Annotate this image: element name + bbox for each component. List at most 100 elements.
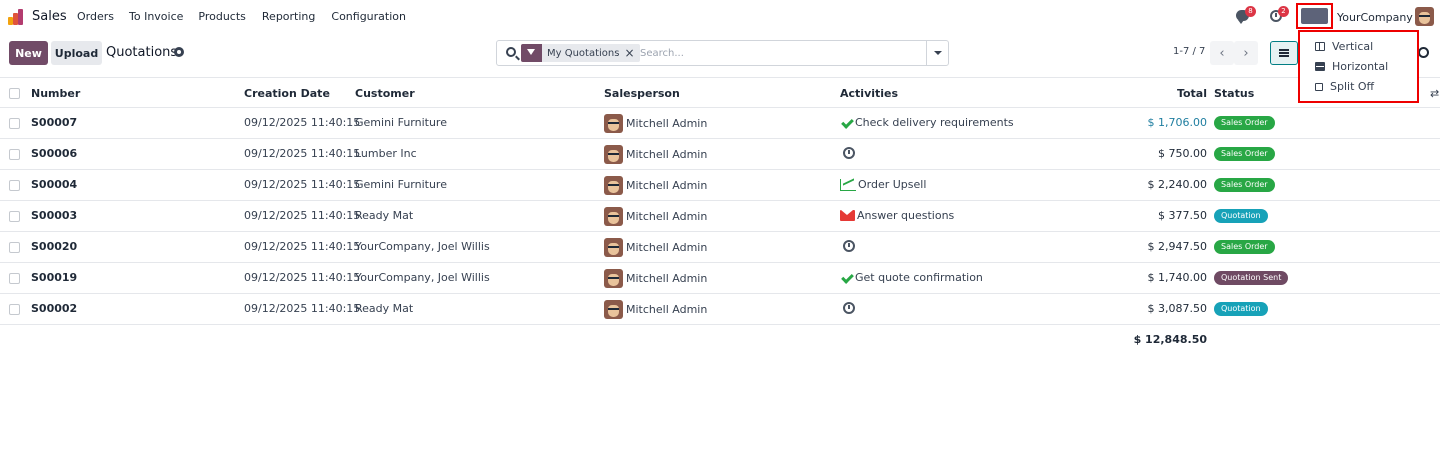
- header-creation-date[interactable]: Creation Date: [244, 87, 330, 100]
- horizontal-layout-icon: [1315, 62, 1325, 71]
- salesperson-name: Mitchell Admin: [626, 179, 708, 192]
- cell-activity[interactable]: Order Upsell: [840, 178, 926, 191]
- salesperson-name: Mitchell Admin: [626, 241, 708, 254]
- status-badge: Quotation Sent: [1214, 271, 1289, 285]
- cell-salesperson: Mitchell Admin: [604, 269, 707, 288]
- list-icon: [1279, 49, 1289, 57]
- cell-number: S00002: [31, 302, 78, 315]
- row-checkbox[interactable]: [9, 304, 20, 315]
- header-number[interactable]: Number: [31, 87, 80, 100]
- top-navbar: Sales Orders To Invoice Products Reporti…: [0, 0, 1440, 34]
- layout-icon: [1301, 8, 1328, 24]
- header-total[interactable]: Total: [1177, 87, 1207, 100]
- salesperson-name: Mitchell Admin: [626, 117, 708, 130]
- row-checkbox[interactable]: [9, 149, 20, 160]
- menu-to-invoice[interactable]: To Invoice: [129, 10, 183, 23]
- status-badge: Quotation: [1214, 302, 1268, 316]
- app-name[interactable]: Sales: [32, 9, 67, 24]
- messages-badge: 8: [1245, 6, 1256, 17]
- activities-badge: 2: [1278, 6, 1289, 17]
- envelope-icon: [840, 210, 855, 221]
- cell-salesperson: Mitchell Admin: [604, 300, 707, 319]
- row-checkbox[interactable]: [9, 118, 20, 129]
- salesperson-avatar: [604, 269, 623, 288]
- list-view-button[interactable]: [1270, 41, 1298, 65]
- cell-activity[interactable]: [840, 302, 855, 314]
- facet-remove-button[interactable]: ×: [624, 46, 639, 60]
- layout-option-label: Horizontal: [1332, 60, 1389, 73]
- optional-columns-icon[interactable]: ⇄: [1430, 87, 1439, 100]
- cell-customer: YourCompany, Joel Willis: [355, 271, 490, 284]
- cell-customer: YourCompany, Joel Willis: [355, 240, 490, 253]
- header-activities[interactable]: Activities: [840, 87, 898, 100]
- cell-activity[interactable]: [840, 240, 855, 252]
- upload-button[interactable]: Upload: [51, 41, 102, 65]
- layout-option-label: Split Off: [1330, 80, 1375, 93]
- company-switcher[interactable]: YourCompany: [1337, 11, 1413, 24]
- pager-value[interactable]: 1-7 / 7: [1173, 46, 1205, 57]
- status-badge: Sales Order: [1214, 240, 1275, 254]
- cell-date: 09/12/2025 11:40:15: [244, 240, 361, 253]
- menu-configuration[interactable]: Configuration: [331, 10, 406, 23]
- row-checkbox[interactable]: [9, 211, 20, 222]
- check-icon: [840, 271, 853, 284]
- activity-summary: Get quote confirmation: [855, 271, 983, 284]
- layout-option-vertical[interactable]: Vertical: [1315, 40, 1373, 53]
- cell-activity[interactable]: Get quote confirmation: [840, 271, 983, 284]
- total-sum: $ 12,848.50: [1133, 333, 1207, 346]
- cell-activity[interactable]: [840, 147, 855, 159]
- clock-icon: [1418, 47, 1429, 58]
- layout-option-split-off[interactable]: Split Off: [1315, 80, 1374, 93]
- table-row[interactable]: S00003 09/12/2025 11:40:15 Ready Mat Mit…: [0, 201, 1440, 232]
- row-checkbox[interactable]: [9, 273, 20, 284]
- chart-line-icon: [840, 178, 856, 191]
- table-row[interactable]: S00019 09/12/2025 11:40:15 YourCompany, …: [0, 263, 1440, 294]
- sales-app-icon[interactable]: [8, 9, 24, 25]
- layout-dropdown-menu: Vertical Horizontal Split Off: [1298, 30, 1419, 103]
- cell-total: $ 1,740.00: [1147, 271, 1207, 284]
- salesperson-avatar: [604, 114, 623, 133]
- row-checkbox[interactable]: [9, 242, 20, 253]
- menu-products[interactable]: Products: [198, 10, 246, 23]
- select-all-checkbox[interactable]: [9, 88, 20, 99]
- table-row[interactable]: S00020 09/12/2025 11:40:15 YourCompany, …: [0, 232, 1440, 263]
- menu-orders[interactable]: Orders: [77, 10, 114, 23]
- layout-option-horizontal[interactable]: Horizontal: [1315, 60, 1388, 73]
- status-badge: Sales Order: [1214, 116, 1275, 130]
- search-icon[interactable]: [506, 47, 516, 57]
- vertical-layout-icon: [1315, 42, 1325, 51]
- header-status[interactable]: Status: [1214, 87, 1254, 100]
- table-row[interactable]: S00007 09/12/2025 11:40:15 Gemini Furnit…: [0, 108, 1440, 139]
- cell-number: S00006: [31, 147, 78, 160]
- cell-activity[interactable]: Check delivery requirements: [840, 116, 1014, 129]
- search-options-toggle[interactable]: [926, 41, 949, 65]
- pager-next-button[interactable]: ›: [1234, 41, 1258, 65]
- cell-customer: Ready Mat: [355, 302, 414, 315]
- table-row[interactable]: S00002 09/12/2025 11:40:15 Ready Mat Mit…: [0, 294, 1440, 325]
- cell-date: 09/12/2025 11:40:15: [244, 147, 361, 160]
- row-checkbox[interactable]: [9, 180, 20, 191]
- pager-previous-button[interactable]: ‹: [1210, 41, 1234, 65]
- layout-switcher-button[interactable]: [1296, 3, 1333, 29]
- header-customer[interactable]: Customer: [355, 87, 415, 100]
- header-salesperson[interactable]: Salesperson: [604, 87, 680, 100]
- status-badge: Quotation: [1214, 209, 1268, 223]
- table-row[interactable]: S00004 09/12/2025 11:40:15 Gemini Furnit…: [0, 170, 1440, 201]
- main-menu: Orders To Invoice Products Reporting Con…: [77, 10, 406, 23]
- search-bar: My Quotations ×: [496, 40, 949, 66]
- cell-date: 09/12/2025 11:40:15: [244, 116, 361, 129]
- salesperson-name: Mitchell Admin: [626, 303, 708, 316]
- cell-salesperson: Mitchell Admin: [604, 176, 707, 195]
- cell-activity[interactable]: Answer questions: [840, 209, 954, 222]
- user-avatar[interactable]: [1415, 7, 1434, 26]
- page-title: Quotations: [106, 45, 178, 60]
- gear-icon[interactable]: [174, 47, 184, 57]
- new-button[interactable]: New: [9, 41, 48, 65]
- cell-customer: Gemini Furniture: [355, 116, 447, 129]
- status-badge: Sales Order: [1214, 178, 1275, 192]
- table-row[interactable]: S00006 09/12/2025 11:40:15 Lumber Inc Mi…: [0, 139, 1440, 170]
- menu-reporting[interactable]: Reporting: [262, 10, 315, 23]
- cell-date: 09/12/2025 11:40:15: [244, 209, 361, 222]
- search-input[interactable]: [640, 46, 920, 60]
- salesperson-avatar: [604, 145, 623, 164]
